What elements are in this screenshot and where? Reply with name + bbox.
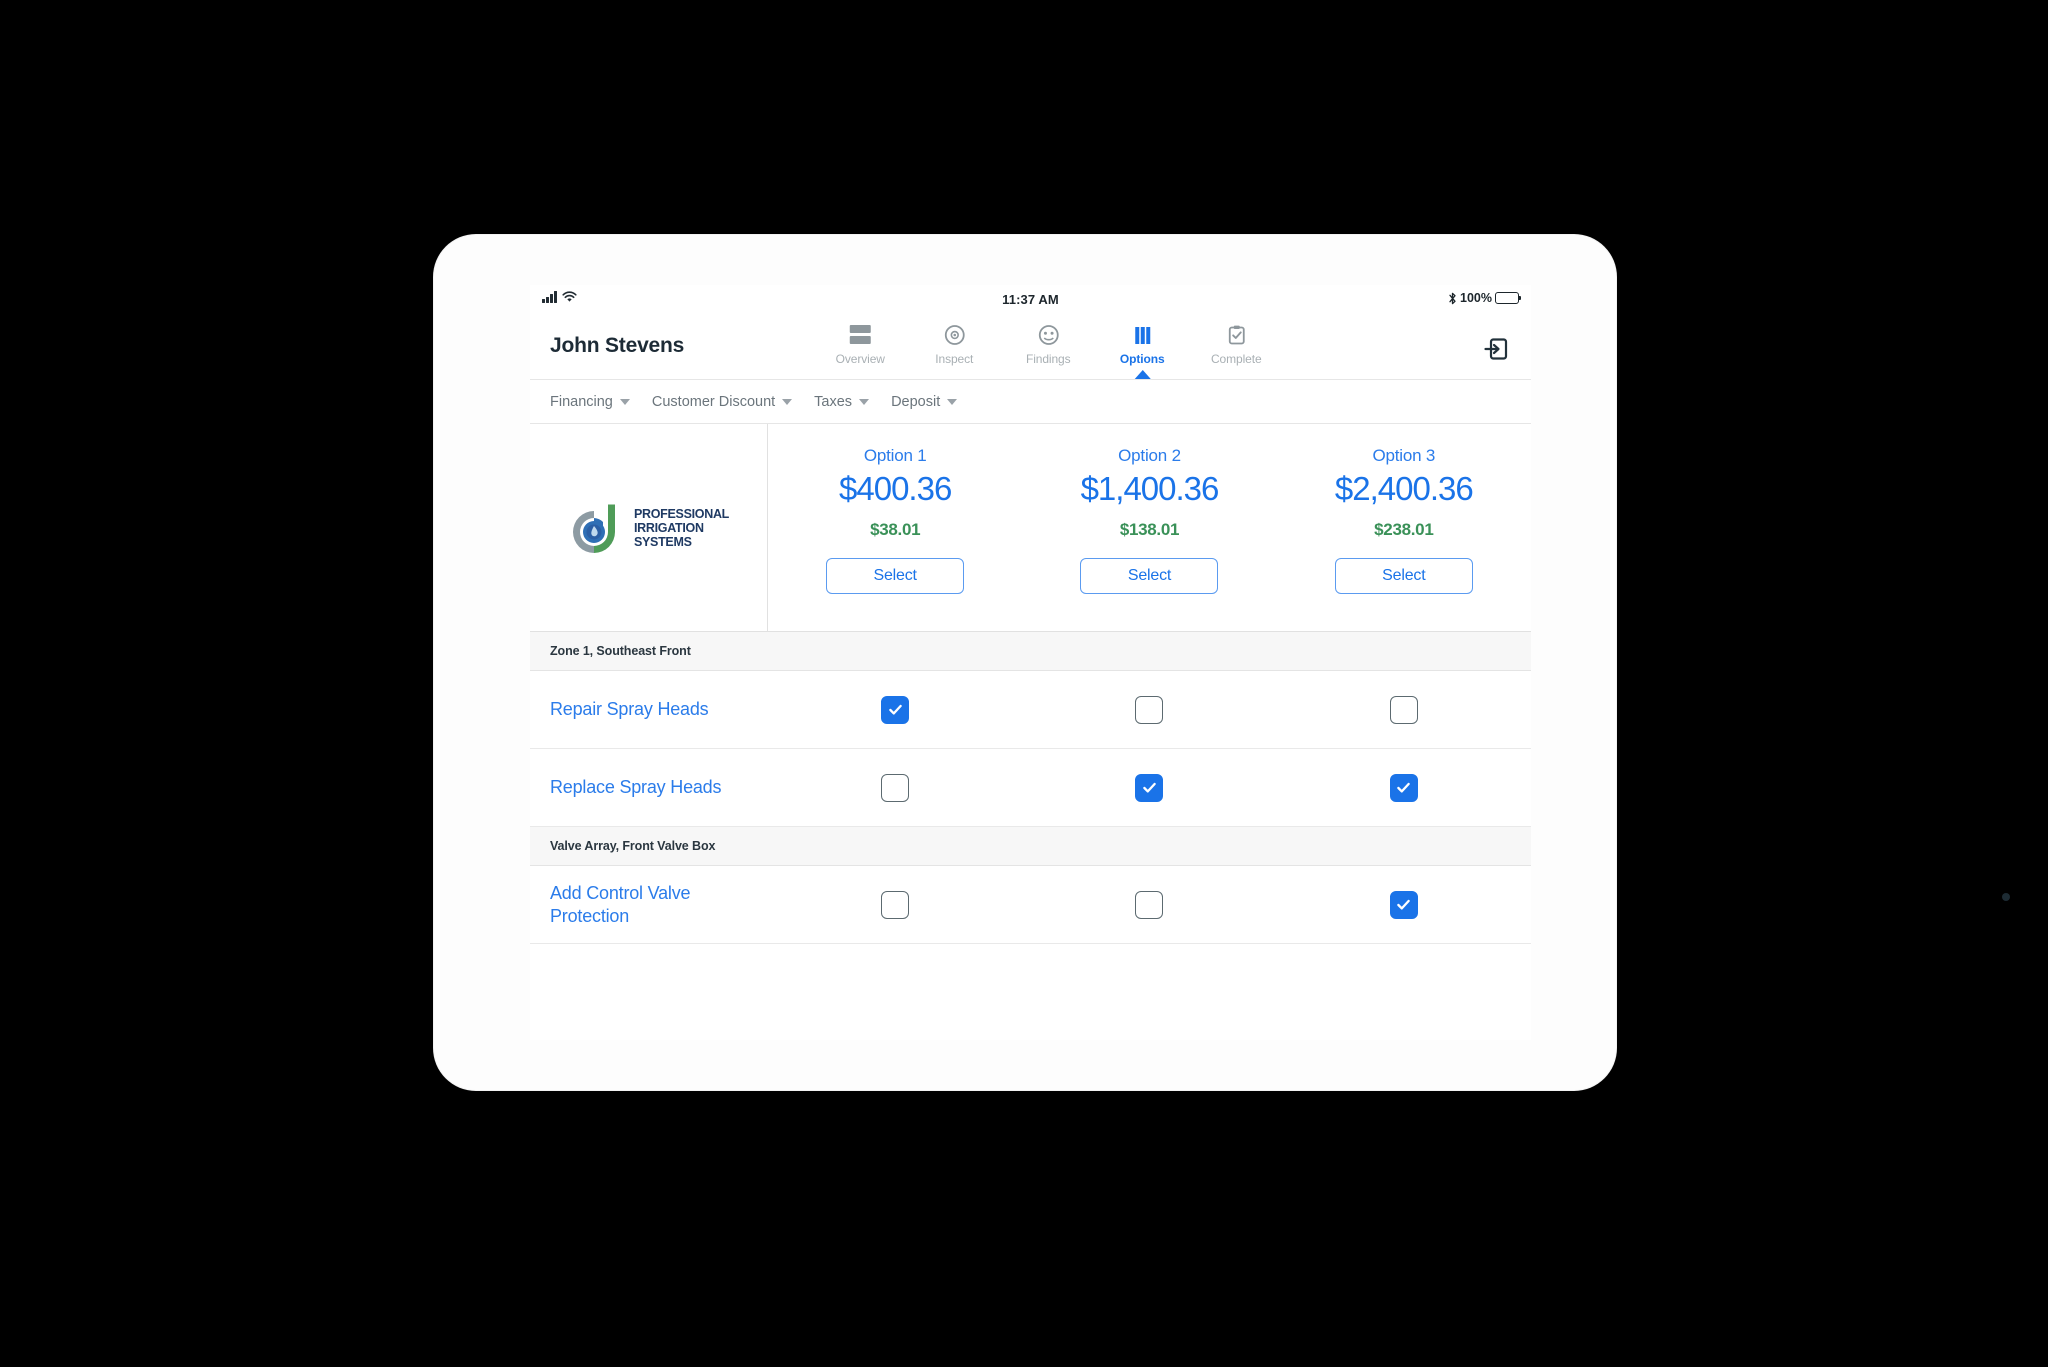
tablet-screen: 11:37 AM 100% John Stevens Overview Insp… <box>530 285 1531 1040</box>
chevron-down-icon <box>947 398 958 405</box>
options-columns-icon <box>1108 322 1176 347</box>
checkbox-cell-option-1 <box>768 695 1022 724</box>
option-1-monthly-payment: $38.01 <box>870 520 921 539</box>
options-pricing-panel: PROFESSIONAL IRRIGATION SYSTEMS Option 1… <box>530 424 1531 632</box>
tab-complete[interactable]: Complete <box>1202 322 1270 368</box>
filter-deposit[interactable]: Deposit <box>891 393 958 410</box>
battery-percent-label: 100% <box>1460 291 1492 305</box>
tab-inspect-label: Inspect <box>935 352 974 366</box>
filter-taxes[interactable]: Taxes <box>814 393 870 410</box>
option-2-name: Option 2 <box>1118 446 1181 465</box>
option-column-3: Option 3 $2,400.36 $238.01 Select <box>1277 424 1531 631</box>
filter-customer-discount-label: Customer Discount <box>651 393 776 410</box>
option-3-price: $2,400.36 <box>1334 470 1474 507</box>
option-2-price: $1,400.36 <box>1080 470 1220 507</box>
item-label-repair-spray-heads[interactable]: Repair Spray Heads <box>530 698 768 721</box>
company-name-line-1: PROFESSIONAL <box>633 506 730 521</box>
checkbox-cell-option-1 <box>768 773 1022 802</box>
professional-irrigation-systems-logo <box>572 504 615 553</box>
customer-name: John Stevens <box>550 334 685 357</box>
checkbox-replace-spray-heads-option-3[interactable] <box>1389 773 1418 802</box>
tab-complete-label: Complete <box>1210 352 1262 366</box>
status-bar-clock: 11:37 AM <box>1002 292 1059 307</box>
checkbox-add-control-valve-protection-option-1[interactable] <box>881 890 910 919</box>
option-3-select-button[interactable]: Select <box>1334 558 1473 594</box>
tab-inspect[interactable]: Inspect <box>920 322 988 368</box>
option-1-price: $400.36 <box>839 470 952 507</box>
filter-financing-label: Financing <box>550 393 613 410</box>
findings-face-icon <box>1014 322 1082 347</box>
checkbox-replace-spray-heads-option-2[interactable] <box>1135 773 1164 802</box>
screenshot-stage: 11:37 AM 100% John Stevens Overview Insp… <box>0 0 2048 1367</box>
filter-taxes-label: Taxes <box>814 393 853 410</box>
tab-findings[interactable]: Findings <box>1014 322 1082 368</box>
checkbox-cell-option-2 <box>1022 695 1276 724</box>
bluetooth-icon <box>1449 292 1456 304</box>
section-header-zone-1: Zone 1, Southeast Front <box>530 632 1531 671</box>
checkbox-group <box>768 695 1531 724</box>
company-name-line-3: SYSTEMS <box>633 534 692 549</box>
checkbox-add-control-valve-protection-option-2[interactable] <box>1135 890 1164 919</box>
filter-deposit-label: Deposit <box>891 393 941 410</box>
option-column-1: Option 1 $400.36 $38.01 Select <box>768 424 1022 631</box>
overview-icon <box>826 322 894 347</box>
checkbox-repair-spray-heads-option-2[interactable] <box>1135 695 1164 724</box>
filter-bar: Financing Customer Discount Taxes Deposi… <box>530 380 1531 424</box>
option-1-select-button[interactable]: Select <box>826 558 965 594</box>
option-3-monthly-payment: $238.01 <box>1374 520 1434 539</box>
inspect-target-icon <box>920 322 988 347</box>
app-header: John Stevens Overview Inspect Findings O… <box>530 316 1531 380</box>
table-row: Replace Spray Heads <box>530 749 1531 827</box>
checkbox-group <box>768 773 1531 802</box>
option-columns: Option 1 $400.36 $38.01 Select Option 2 … <box>768 424 1531 631</box>
table-row: Repair Spray Heads <box>530 671 1531 749</box>
checkbox-repair-spray-heads-option-1[interactable] <box>881 695 910 724</box>
checkbox-cell-option-3 <box>1277 773 1531 802</box>
tab-options[interactable]: Options <box>1108 322 1176 379</box>
complete-clipboard-check-icon <box>1202 322 1270 347</box>
option-column-2: Option 2 $1,400.36 $138.01 Select <box>1022 424 1276 631</box>
company-logo-cell: PROFESSIONAL IRRIGATION SYSTEMS <box>530 424 768 631</box>
chevron-down-icon <box>782 398 793 405</box>
chevron-down-icon <box>859 398 870 405</box>
checkbox-cell-option-2 <box>1022 890 1276 919</box>
filter-customer-discount[interactable]: Customer Discount <box>651 393 793 410</box>
chevron-down-icon <box>619 398 630 405</box>
checkbox-cell-option-1 <box>768 890 1022 919</box>
front-camera-dot <box>2002 893 2010 901</box>
status-bar: 11:37 AM 100% <box>530 285 1531 316</box>
option-2-select-button[interactable]: Select <box>1080 558 1219 594</box>
tablet-device-frame: 11:37 AM 100% John Stevens Overview Insp… <box>434 235 2010 1090</box>
checkbox-cell-option-2 <box>1022 773 1276 802</box>
checkbox-repair-spray-heads-option-3[interactable] <box>1389 695 1418 724</box>
checkbox-cell-option-3 <box>1277 695 1531 724</box>
tab-options-label: Options <box>1119 352 1165 366</box>
option-2-monthly-payment: $138.01 <box>1119 520 1180 539</box>
item-label-replace-spray-heads[interactable]: Replace Spray Heads <box>530 776 768 799</box>
table-row: Add Control Valve Protection <box>530 866 1531 944</box>
status-bar-right: 100% <box>1448 291 1522 305</box>
active-tab-caret <box>1134 370 1151 379</box>
battery-icon <box>1495 292 1522 304</box>
section-header-valve-array: Valve Array, Front Valve Box <box>530 827 1531 866</box>
main-navigation-tabs: Overview Inspect Findings Options Comple… <box>826 322 1270 379</box>
logout-icon[interactable] <box>1483 336 1509 362</box>
tab-findings-label: Findings <box>1025 352 1071 366</box>
company-name: PROFESSIONAL IRRIGATION SYSTEMS <box>634 507 729 549</box>
tab-overview-label: Overview <box>835 352 885 366</box>
option-1-name: Option 1 <box>863 446 927 465</box>
item-label-add-control-valve-protection[interactable]: Add Control Valve Protection <box>530 882 768 927</box>
option-3-name: Option 3 <box>1372 446 1436 465</box>
checkbox-group <box>768 890 1531 919</box>
checkbox-add-control-valve-protection-option-3[interactable] <box>1389 890 1418 919</box>
filter-financing[interactable]: Financing <box>550 394 630 410</box>
checkbox-cell-option-3 <box>1277 890 1531 919</box>
checkbox-replace-spray-heads-option-1[interactable] <box>881 773 910 802</box>
tab-overview[interactable]: Overview <box>826 322 894 368</box>
company-name-line-2: IRRIGATION <box>633 520 704 535</box>
